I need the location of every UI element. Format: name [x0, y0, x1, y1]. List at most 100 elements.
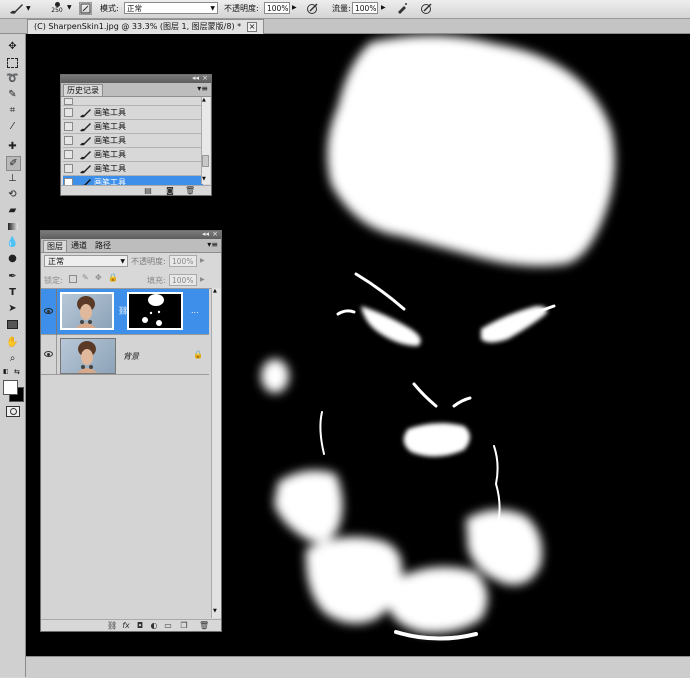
adjustment-layer-icon[interactable]: ◐: [149, 621, 159, 630]
history-item[interactable]: 画笔工具: [63, 148, 203, 162]
opacity-input[interactable]: 100%: [264, 2, 290, 14]
history-item-selected[interactable]: 画笔工具: [63, 176, 203, 185]
fx-icon[interactable]: fx: [121, 621, 131, 630]
history-source-checkbox[interactable]: [64, 150, 73, 159]
scroll-down-icon[interactable]: ▼: [202, 176, 206, 182]
clone-stamp-tool-icon[interactable]: ⊥: [6, 172, 19, 185]
tablet-opacity-button[interactable]: [306, 2, 319, 15]
scroll-up-icon[interactable]: ▲: [213, 288, 217, 294]
scroll-down-icon[interactable]: ▼: [213, 608, 217, 614]
brush-size-picker[interactable]: 250: [47, 1, 67, 16]
layer-thumbnail[interactable]: [60, 338, 116, 374]
swap-colors-icon[interactable]: ⇆: [14, 368, 20, 376]
crop-tool-icon[interactable]: ⌗: [6, 104, 19, 117]
path-selection-tool-icon[interactable]: ➤: [6, 302, 19, 315]
chevron-right-icon[interactable]: ▶: [381, 4, 386, 11]
mode-select[interactable]: 正常 ▼: [124, 2, 218, 14]
scroll-up-icon[interactable]: ▲: [202, 97, 206, 103]
tab-layers[interactable]: 图层: [43, 240, 67, 252]
collapse-icon[interactable]: ◂◂: [202, 230, 209, 238]
shape-tool-icon[interactable]: [6, 318, 19, 331]
trash-icon[interactable]: 🗑: [199, 621, 209, 630]
lock-pixels-icon[interactable]: ✎: [82, 273, 89, 282]
chevron-right-icon[interactable]: ▶: [200, 276, 205, 283]
layer-row-layer-1[interactable]: ⛓ ...: [41, 289, 209, 335]
history-item-label: 画笔工具: [94, 150, 126, 159]
lock-position-icon[interactable]: ✥: [95, 273, 102, 282]
quick-mask-icon[interactable]: [6, 406, 20, 417]
panel-menu-icon[interactable]: ▾≡: [207, 240, 218, 249]
history-scrollbar[interactable]: ▲ ▼: [201, 97, 210, 184]
eraser-tool-icon[interactable]: ▰: [6, 204, 19, 217]
history-item-partial[interactable]: [63, 98, 203, 106]
brush-tool-preset[interactable]: ▼: [8, 1, 36, 16]
history-item[interactable]: 画笔工具: [63, 106, 203, 120]
chevron-right-icon[interactable]: ▶: [200, 257, 205, 264]
close-icon[interactable]: ×: [202, 74, 208, 82]
history-source-checkbox[interactable]: [64, 122, 73, 131]
visibility-eye-icon[interactable]: [44, 351, 53, 357]
history-item[interactable]: 画笔工具: [63, 120, 203, 134]
tab-paths[interactable]: 路径: [92, 240, 114, 252]
close-icon[interactable]: ×: [247, 22, 258, 32]
layer-name[interactable]: 背景: [123, 351, 139, 362]
close-icon[interactable]: ×: [212, 230, 218, 238]
panel-menu-icon[interactable]: ▾≡: [197, 84, 208, 93]
history-source-checkbox[interactable]: [64, 164, 73, 173]
gradient-tool-icon[interactable]: [6, 220, 19, 233]
tab-channels[interactable]: 通道: [68, 240, 90, 252]
chevron-right-icon[interactable]: ▶: [292, 4, 297, 11]
layer-row-background[interactable]: 背景 🔒: [41, 335, 209, 375]
new-document-from-state-icon[interactable]: ▤: [143, 186, 153, 195]
link-layers-icon[interactable]: ⛓: [107, 621, 117, 630]
layer-mask-thumbnail[interactable]: [127, 292, 183, 330]
new-group-icon[interactable]: ▭: [163, 621, 173, 630]
hand-tool-icon[interactable]: ✋: [6, 336, 19, 349]
new-layer-icon[interactable]: ❐: [179, 621, 189, 630]
history-source-checkbox[interactable]: [64, 136, 73, 145]
visibility-eye-icon[interactable]: [44, 308, 53, 314]
eyedropper-tool-icon[interactable]: ⁄: [6, 120, 19, 133]
history-brush-tool-icon[interactable]: ⟲: [6, 188, 19, 201]
layers-scrollbar[interactable]: ▲ ▼: [211, 288, 221, 618]
layer-thumbnail[interactable]: [60, 292, 114, 330]
tablet-size-button[interactable]: [420, 2, 433, 15]
fill-input[interactable]: 100%: [169, 274, 197, 286]
trash-icon[interactable]: 🗑: [185, 186, 195, 195]
lock-all-icon[interactable]: 🔒: [108, 273, 118, 282]
marquee-tool-icon[interactable]: [6, 56, 19, 69]
document-tab[interactable]: (C) SharpenSkin1.jpg @ 33.3% (图层 1, 图层蒙版…: [27, 19, 265, 34]
foreground-color-swatch[interactable]: [3, 380, 18, 395]
new-snapshot-icon[interactable]: ◙: [165, 186, 175, 195]
default-colors-icon[interactable]: ◧: [3, 368, 9, 375]
scrollbar-thumb[interactable]: [202, 155, 209, 167]
chevron-down-icon[interactable]: ▼: [67, 4, 72, 11]
type-tool-icon[interactable]: T: [6, 286, 19, 299]
collapse-icon[interactable]: ◂◂: [192, 74, 199, 82]
dodge-tool-icon[interactable]: ●: [6, 252, 19, 265]
flow-input[interactable]: 100%: [352, 2, 378, 14]
history-source-checkbox[interactable]: [64, 108, 73, 117]
zoom-tool-icon[interactable]: ⌕: [6, 352, 19, 365]
mask-chin-jewelry: [388, 566, 488, 633]
layers-panel-tabs: 图层 通道 路径 ▾≡: [41, 239, 221, 253]
brush-tool-icon[interactable]: ✐: [6, 156, 21, 171]
mask-hair-region: [327, 35, 615, 266]
layer-opacity-input[interactable]: 100%: [169, 255, 197, 267]
add-mask-icon[interactable]: ◘: [135, 621, 145, 630]
history-item[interactable]: 画笔工具: [63, 162, 203, 176]
brush-panel-toggle-button[interactable]: [79, 2, 92, 15]
lasso-tool-icon[interactable]: ➰: [6, 72, 19, 85]
move-tool-icon[interactable]: ✥: [6, 40, 19, 53]
history-source-checkbox[interactable]: [64, 178, 73, 185]
blur-tool-icon[interactable]: 💧: [6, 236, 19, 249]
pen-tool-icon[interactable]: ✒: [6, 270, 19, 283]
mask-nose-right: [452, 396, 472, 408]
lock-transparency-icon[interactable]: [69, 275, 77, 283]
quick-selection-tool-icon[interactable]: ✎: [6, 88, 19, 101]
airbrush-button[interactable]: [396, 2, 409, 15]
history-item[interactable]: 画笔工具: [63, 134, 203, 148]
healing-brush-tool-icon[interactable]: ✚: [6, 140, 19, 153]
blend-mode-select[interactable]: 正常 ▼: [44, 255, 128, 267]
tab-history[interactable]: 历史记录: [63, 84, 103, 96]
